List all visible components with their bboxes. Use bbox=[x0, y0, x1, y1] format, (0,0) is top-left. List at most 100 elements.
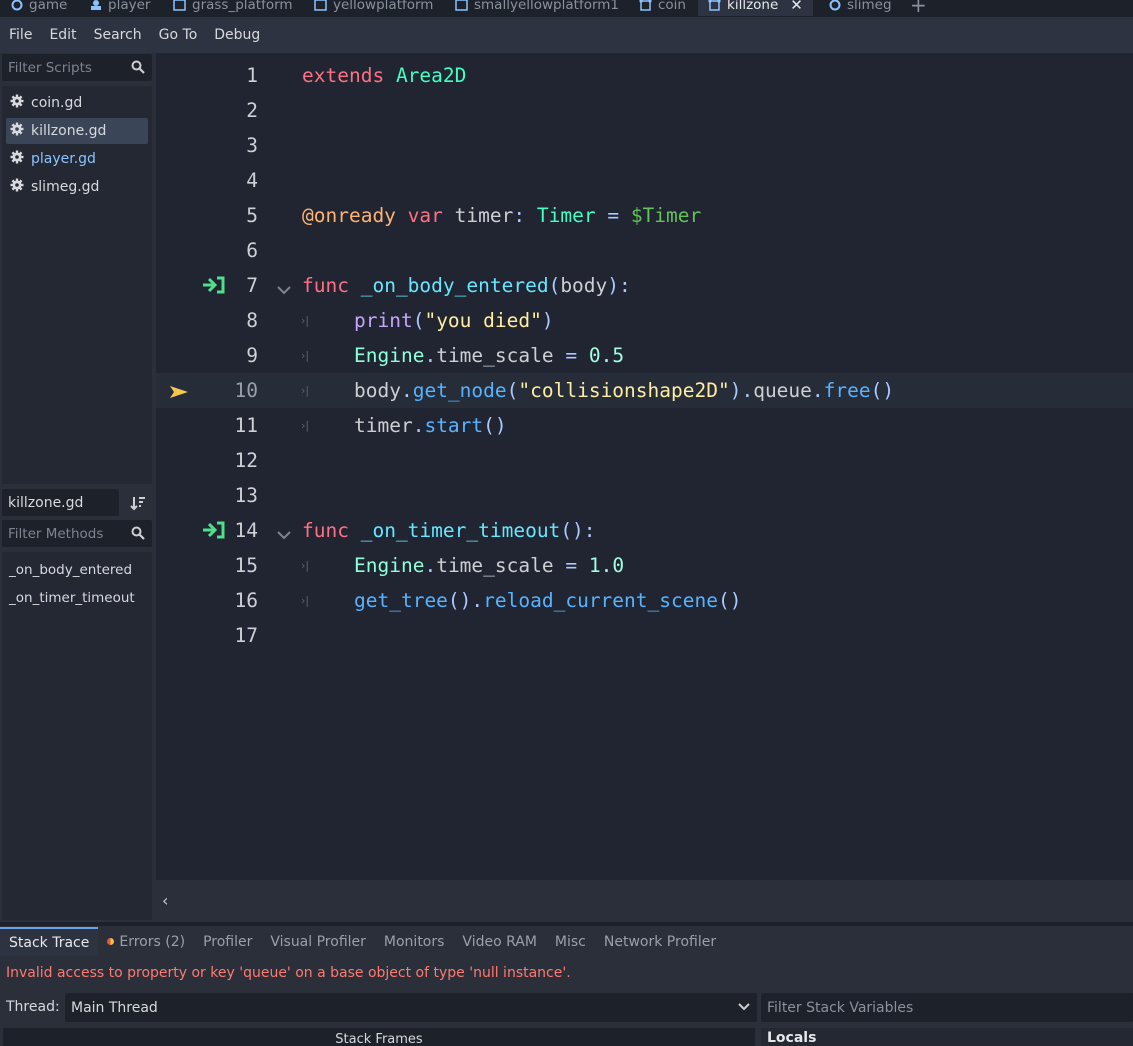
menu-edit[interactable]: Edit bbox=[49, 27, 76, 43]
code-editor[interactable]: 1 extends Area2D 2 3 4 5 @onready var ti… bbox=[156, 55, 1133, 880]
script-menu-bar: File Edit Search Go To Debug bbox=[0, 17, 1133, 53]
panel-divider[interactable] bbox=[0, 922, 1133, 926]
scene-tabs-bar: game player grass_platform yellowplatfor… bbox=[0, 0, 1133, 17]
code-text: timer.start() bbox=[354, 414, 507, 437]
type-name: Timer bbox=[536, 204, 596, 227]
code-line: 17 bbox=[156, 618, 1133, 653]
filter-scripts-input[interactable]: Filter Scripts bbox=[2, 54, 152, 81]
fold-arrow-icon[interactable] bbox=[276, 278, 292, 301]
scene-tab-game[interactable]: game bbox=[10, 0, 67, 16]
tab-profiler[interactable]: Profiler bbox=[194, 927, 261, 956]
scene-tab-slimeg[interactable]: slimeg bbox=[828, 0, 892, 16]
tab-indent-icon: ›| bbox=[301, 594, 310, 607]
tab-errors[interactable]: Errors (2) bbox=[98, 927, 194, 956]
symbol: = bbox=[607, 204, 620, 227]
number-literal: 1.0 bbox=[588, 554, 625, 577]
tab-stack-trace[interactable]: Stack Trace bbox=[0, 927, 99, 956]
tab-indent-icon: ›| bbox=[301, 314, 310, 327]
menu-debug[interactable]: Debug bbox=[214, 27, 260, 43]
scene-tab-label: smallyellowplatform1 bbox=[474, 0, 620, 13]
symbol: () bbox=[717, 589, 742, 612]
scene-tab-label: game bbox=[29, 0, 68, 13]
code-text: func _on_body_entered(body): bbox=[302, 274, 631, 297]
tab-video-ram[interactable]: Video RAM bbox=[453, 927, 546, 956]
symbol: ( bbox=[506, 379, 519, 402]
error-warning-dot-icon bbox=[107, 938, 115, 945]
symbol: ( bbox=[548, 274, 561, 297]
function-call: start bbox=[424, 414, 484, 437]
code-line: 15 ›| Engine.time_scale = 1.0 bbox=[156, 548, 1133, 583]
code-line: 4 bbox=[156, 163, 1133, 198]
type-name: Area2D bbox=[395, 64, 467, 87]
scene-tab-yellowplatform[interactable]: yellowplatform bbox=[314, 0, 433, 16]
code-line: 14 func _on_timer_timeout(): bbox=[156, 513, 1133, 548]
scene-tab-smallyellowplatform1[interactable]: smallyellowplatform1 bbox=[455, 0, 619, 16]
thread-select[interactable]: Main Thread bbox=[65, 993, 757, 1022]
line-number: 3 bbox=[246, 134, 258, 157]
gear-icon bbox=[10, 178, 24, 196]
debugger-tabs: Stack Trace Errors (2) Profiler Visual P… bbox=[0, 927, 1133, 956]
tab-indent-icon: ›| bbox=[301, 384, 310, 397]
code-text: body.get_node("collisionshape2D").queue.… bbox=[354, 379, 894, 402]
scene-tab-label: coin bbox=[658, 0, 686, 13]
function-name: _on_timer_timeout bbox=[360, 519, 561, 542]
static-body-icon bbox=[173, 0, 186, 12]
scene-tab-player[interactable]: player bbox=[89, 0, 150, 16]
close-tab-icon[interactable]: ✕ bbox=[790, 0, 803, 14]
script-item-player[interactable]: player.gd bbox=[6, 146, 148, 172]
filter-methods-input[interactable]: Filter Methods bbox=[2, 520, 152, 547]
script-item-coin[interactable]: coin.gd bbox=[6, 90, 148, 116]
scene-tab-label: yellowplatform bbox=[333, 0, 434, 13]
sort-methods-icon[interactable] bbox=[128, 493, 148, 513]
tab-monitors[interactable]: Monitors bbox=[375, 927, 454, 956]
menu-file[interactable]: File bbox=[9, 27, 32, 43]
script-list: coin.gd killzone.gd player.gd slimeg.gd bbox=[2, 86, 152, 484]
fold-arrow-icon[interactable] bbox=[276, 523, 292, 546]
script-item-label: coin.gd bbox=[31, 95, 83, 111]
method-list: _on_body_entered _on_timer_timeout bbox=[2, 552, 152, 920]
script-item-label: killzone.gd bbox=[31, 123, 107, 139]
annotation: @onready bbox=[302, 204, 396, 227]
code-line-current: 10 ›| body.get_node("collisionshape2D").… bbox=[156, 373, 1133, 408]
method-item-on-body-entered[interactable]: _on_body_entered bbox=[2, 556, 152, 584]
line-number: 15 bbox=[234, 554, 258, 577]
chevron-down-icon bbox=[737, 1001, 751, 1017]
toggle-scripts-panel-icon[interactable]: ‹ bbox=[162, 891, 168, 910]
code-text: print("you died") bbox=[354, 309, 554, 332]
filter-stack-variables-input[interactable]: Filter Stack Variables bbox=[761, 993, 1133, 1022]
code-text: Engine.time_scale = 1.0 bbox=[354, 554, 624, 577]
code-line: 3 bbox=[156, 128, 1133, 163]
scene-tab-coin[interactable]: coin bbox=[639, 0, 686, 16]
line-number: 8 bbox=[246, 309, 258, 332]
function-name: _on_body_entered bbox=[360, 274, 549, 297]
menu-goto[interactable]: Go To bbox=[159, 27, 198, 43]
tab-errors-label: Errors (2) bbox=[119, 933, 186, 950]
function-call: reload_current_scene bbox=[483, 589, 718, 612]
add-scene-tab-icon[interactable]: + bbox=[910, 0, 927, 17]
scene-tab-killzone[interactable]: killzone ✕ bbox=[698, 0, 813, 16]
identifier: time_scale bbox=[436, 554, 554, 577]
tab-indent-icon: ›| bbox=[301, 349, 310, 362]
method-item-on-timer-timeout[interactable]: _on_timer_timeout bbox=[2, 584, 152, 612]
locals-header[interactable]: Locals bbox=[761, 1028, 1133, 1046]
tab-visual-profiler[interactable]: Visual Profiler bbox=[261, 927, 375, 956]
script-item-label: player.gd bbox=[31, 151, 96, 167]
line-number: 10 bbox=[234, 379, 258, 402]
line-number: 13 bbox=[234, 484, 258, 507]
code-line: 11 ›| timer.start() bbox=[156, 408, 1133, 443]
function-call: get_node bbox=[412, 379, 507, 402]
script-item-slimeg[interactable]: slimeg.gd bbox=[6, 174, 148, 200]
symbol: . bbox=[811, 379, 824, 402]
menu-search[interactable]: Search bbox=[94, 27, 142, 43]
symbol: = bbox=[565, 554, 578, 577]
tab-network-profiler[interactable]: Network Profiler bbox=[595, 927, 725, 956]
symbol: . bbox=[424, 344, 437, 367]
scene-tab-grass-platform[interactable]: grass_platform bbox=[173, 0, 293, 16]
line-number: 1 bbox=[246, 64, 258, 87]
keyword: func bbox=[302, 274, 349, 297]
symbol: () bbox=[483, 414, 507, 437]
tab-misc[interactable]: Misc bbox=[546, 927, 595, 956]
godot-script-editor: game player grass_platform yellowplatfor… bbox=[0, 0, 1133, 1046]
symbol: () bbox=[870, 379, 895, 402]
script-item-killzone[interactable]: killzone.gd bbox=[6, 118, 148, 144]
